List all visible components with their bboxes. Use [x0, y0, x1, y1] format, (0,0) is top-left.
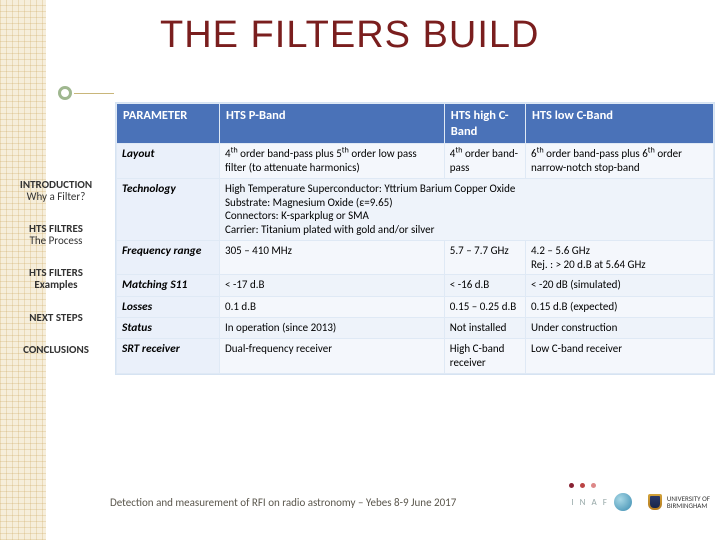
slide-title: THE FILTERS BUILD	[160, 14, 539, 57]
cell-match-0: < -17 d.B	[220, 275, 445, 296]
nav-intro-title: INTRODUCTION	[20, 178, 92, 191]
footer: Detection and measurement of RFI on radi…	[110, 490, 710, 514]
row-matching: Matching S11 < -17 d.B < -16 d.B < -20 d…	[117, 275, 714, 296]
col-pband: HTS P-Band	[220, 104, 445, 144]
cell-status-0: In operation (since 2013)	[220, 318, 445, 339]
nav-examples-title: HTS FILTERS	[29, 266, 83, 279]
nav-conclusions-title: CONCLUSIONS	[23, 343, 89, 356]
nav-sidebar: INTRODUCTION Why a Filter? HTS FILTRES T…	[0, 176, 112, 373]
row-receiver: SRT receiver Dual-frequency receiver Hig…	[117, 339, 714, 374]
row-tech-hdr: Technology	[117, 178, 220, 240]
cell-layout-1: 4th order band-pass	[444, 144, 525, 179]
nav-examples[interactable]: HTS FILTERS Examples	[0, 264, 112, 294]
bham-text: UNIVERSITY OF BIRMINGHAM	[667, 495, 710, 509]
col-parameter: PARAMETER	[117, 104, 220, 144]
logo-birmingham: UNIVERSITY OF BIRMINGHAM	[648, 494, 710, 510]
col-low-c: HTS low C-Band	[525, 104, 713, 144]
nav-conclusions[interactable]: CONCLUSIONS	[0, 341, 112, 359]
nav-examples-sub: Examples	[6, 279, 106, 291]
row-losses: Losses 0.1 d.B 0.15 – 0.25 d.B 0.15 d.B …	[117, 296, 714, 317]
footer-logos: I N A F UNIVERSITY OF BIRMINGHAM	[571, 493, 710, 511]
row-loss-hdr: Losses	[117, 296, 220, 317]
nav-intro[interactable]: INTRODUCTION Why a Filter?	[0, 176, 112, 206]
row-layout-hdr: Layout	[117, 144, 220, 179]
cell-match-1: < -16 d.B	[444, 275, 525, 296]
parameter-table-wrap: PARAMETER HTS P-Band HTS high C-Band HTS…	[115, 102, 715, 375]
decorative-dots	[569, 483, 596, 488]
parameter-table: PARAMETER HTS P-Band HTS high C-Band HTS…	[116, 103, 714, 374]
cell-loss-1: 0.15 – 0.25 d.B	[444, 296, 525, 317]
cell-match-2: < -20 dB (simulated)	[525, 275, 713, 296]
cell-recv-1: High C-band receiver	[444, 339, 525, 374]
nav-intro-sub: Why a Filter?	[6, 191, 106, 203]
table-header-row: PARAMETER HTS P-Band HTS high C-Band HTS…	[117, 104, 714, 144]
cell-loss-0: 0.1 d.B	[220, 296, 445, 317]
inaf-globe-icon	[614, 493, 632, 511]
nav-process-title: HTS FILTRES	[29, 222, 83, 235]
row-status: Status In operation (since 2013) Not ins…	[117, 318, 714, 339]
bullet-line	[74, 93, 114, 94]
inaf-text: I N A F	[571, 497, 609, 508]
row-status-hdr: Status	[117, 318, 220, 339]
row-technology: Technology High Temperature Superconduct…	[117, 178, 714, 240]
cell-status-1: Not installed	[444, 318, 525, 339]
nav-next-title: NEXT STEPS	[29, 311, 83, 324]
col-high-c: HTS high C-Band	[444, 104, 525, 144]
nav-process[interactable]: HTS FILTRES The Process	[0, 220, 112, 250]
footer-caption: Detection and measurement of RFI on radi…	[110, 496, 456, 509]
nav-next[interactable]: NEXT STEPS	[0, 309, 112, 327]
row-frequency: Frequency range 305 – 410 MHz 5.7 – 7.7 …	[117, 240, 714, 275]
cell-layout-0: 4th order band-pass plus 5th order low p…	[220, 144, 445, 179]
table-body: Layout 4th order band-pass plus 5th orde…	[117, 144, 714, 374]
row-freq-hdr: Frequency range	[117, 240, 220, 275]
cell-freq-1: 5.7 – 7.7 GHz	[444, 240, 525, 275]
cell-loss-2: 0.15 d.B (expected)	[525, 296, 713, 317]
row-recv-hdr: SRT receiver	[117, 339, 220, 374]
cell-tech-all: High Temperature Superconductor: Yttrium…	[220, 178, 714, 240]
nav-process-sub: The Process	[6, 235, 106, 247]
cell-recv-0: Dual-frequency receiver	[220, 339, 445, 374]
row-match-hdr: Matching S11	[117, 275, 220, 296]
row-layout: Layout 4th order band-pass plus 5th orde…	[117, 144, 714, 179]
cell-freq-2: 4.2 – 5.6 GHzRej. : > 20 d.B at 5.64 GHz	[525, 240, 713, 275]
cell-freq-0: 305 – 410 MHz	[220, 240, 445, 275]
bullet-icon	[58, 86, 72, 100]
shield-icon	[648, 494, 662, 510]
logo-inaf: I N A F	[571, 493, 632, 511]
cell-recv-2: Low C-band receiver	[525, 339, 713, 374]
cell-layout-2: 6th order band-pass plus 6th order narro…	[525, 144, 713, 179]
cell-status-2: Under construction	[525, 318, 713, 339]
